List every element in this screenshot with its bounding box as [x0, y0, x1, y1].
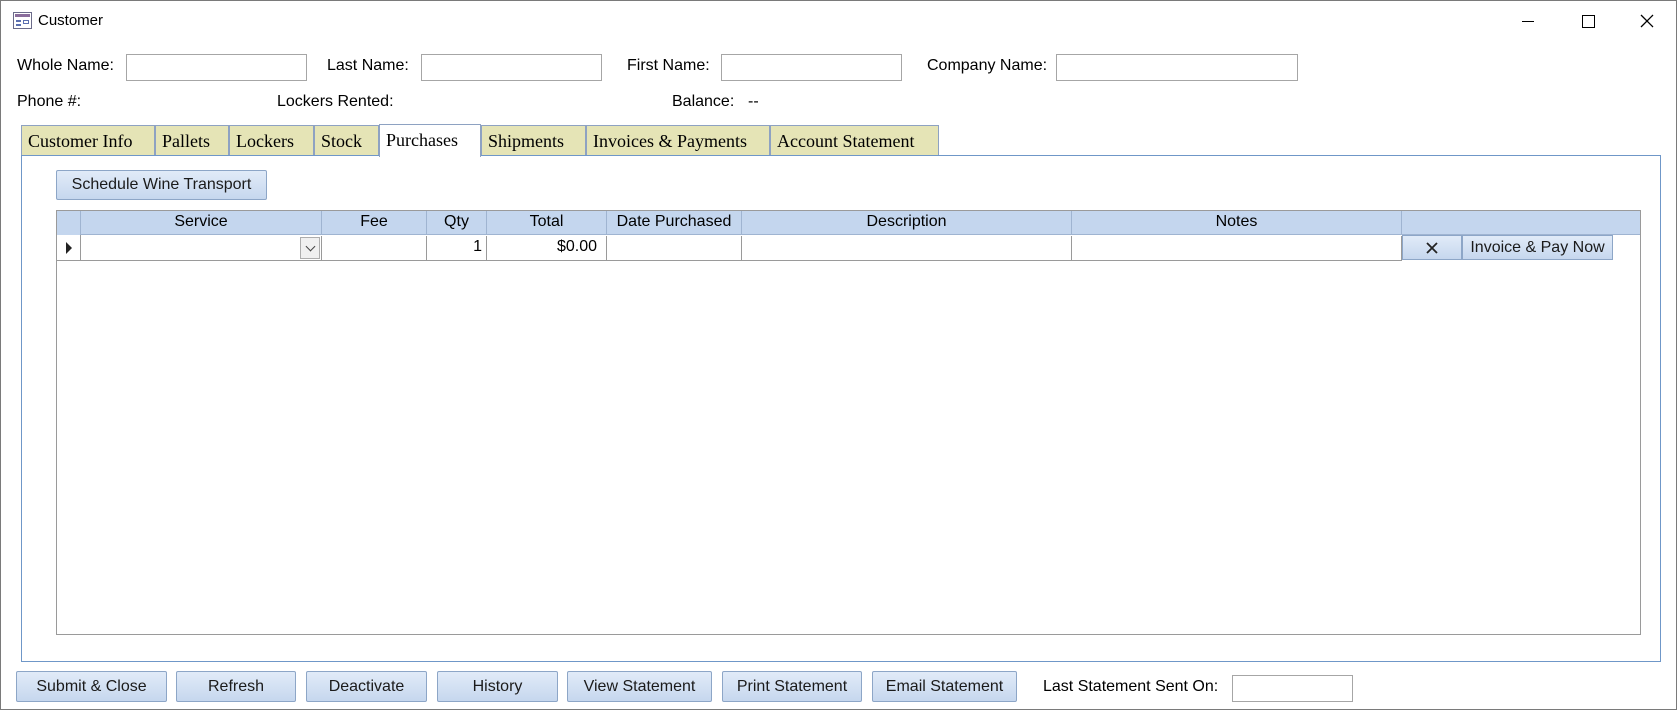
whole-name-field[interactable]	[126, 54, 307, 81]
submit-close-button[interactable]: Submit & Close	[16, 671, 167, 702]
tab-account-statement[interactable]: Account Statement	[770, 125, 939, 156]
column-header-service[interactable]: Service	[81, 211, 322, 235]
column-header-fee[interactable]: Fee	[322, 211, 427, 235]
maximize-icon	[1581, 14, 1595, 28]
email-statement-button[interactable]: Email Statement	[872, 671, 1017, 702]
tab-pallets[interactable]: Pallets	[155, 125, 229, 156]
description-cell[interactable]	[742, 236, 1072, 261]
tab-stock[interactable]: Stock	[314, 125, 379, 156]
print-statement-button[interactable]: Print Statement	[722, 671, 862, 702]
delete-row-button[interactable]	[1402, 235, 1462, 260]
last-name-field[interactable]	[421, 54, 602, 81]
maximize-button[interactable]	[1559, 1, 1617, 41]
balance-value: --	[748, 93, 759, 110]
total-cell: $0.00	[487, 236, 607, 261]
column-header-qty[interactable]: Qty	[427, 211, 487, 235]
customer-window: Customer Whole Name: Last Name: First Na…	[0, 0, 1677, 710]
window-title: Customer	[38, 12, 104, 29]
current-record-arrow-icon	[66, 242, 72, 254]
history-button[interactable]: History	[437, 671, 558, 702]
column-header-date-purchased[interactable]: Date Purchased	[607, 211, 742, 235]
view-statement-button[interactable]: View Statement	[567, 671, 712, 702]
first-name-field[interactable]	[721, 54, 902, 81]
datasheet-header-row: Service Fee Qty Total Date Purchased Des…	[57, 211, 1640, 235]
service-combo[interactable]	[81, 236, 322, 261]
form-icon	[13, 12, 32, 29]
title-bar: Customer	[1, 1, 1676, 41]
column-header-description[interactable]: Description	[742, 211, 1072, 235]
first-name-label: First Name:	[627, 57, 710, 74]
notes-cell[interactable]	[1072, 236, 1402, 261]
last-statement-sent-field[interactable]	[1232, 675, 1353, 702]
phone-label: Phone #:	[17, 93, 82, 110]
last-statement-sent-label: Last Statement Sent On:	[1043, 678, 1219, 695]
company-name-label: Company Name:	[927, 57, 1048, 74]
minimize-button[interactable]	[1499, 1, 1557, 41]
company-name-field[interactable]	[1056, 54, 1298, 81]
column-header-total[interactable]: Total	[487, 211, 607, 235]
tab-invoices-payments[interactable]: Invoices & Payments	[586, 125, 770, 156]
close-button[interactable]	[1618, 1, 1676, 41]
refresh-button[interactable]: Refresh	[176, 671, 296, 702]
tab-shipments[interactable]: Shipments	[481, 125, 586, 156]
lockers-rented-label: Lockers Rented:	[277, 93, 394, 110]
tab-purchases[interactable]: Purchases	[379, 124, 481, 157]
last-name-label: Last Name:	[327, 57, 409, 74]
x-icon	[1426, 241, 1438, 254]
minimize-icon	[1522, 20, 1534, 22]
column-header-notes[interactable]: Notes	[1072, 211, 1402, 235]
qty-cell[interactable]: 1	[427, 236, 487, 261]
purchases-datasheet: Service Fee Qty Total Date Purchased Des…	[56, 210, 1641, 635]
close-icon	[1640, 14, 1654, 28]
whole-name-label: Whole Name:	[17, 57, 114, 74]
fee-cell[interactable]	[322, 236, 427, 261]
balance-label: Balance:	[672, 93, 735, 110]
schedule-wine-transport-button[interactable]: Schedule Wine Transport	[56, 170, 267, 200]
deactivate-button[interactable]: Deactivate	[306, 671, 427, 702]
tab-lockers[interactable]: Lockers	[229, 125, 314, 156]
invoice-pay-now-button[interactable]: Invoice & Pay Now	[1462, 235, 1613, 260]
record-selector[interactable]	[57, 235, 81, 261]
tab-customer-info[interactable]: Customer Info	[21, 125, 155, 156]
chevron-down-icon[interactable]	[300, 237, 320, 259]
date-purchased-cell[interactable]	[607, 236, 742, 261]
